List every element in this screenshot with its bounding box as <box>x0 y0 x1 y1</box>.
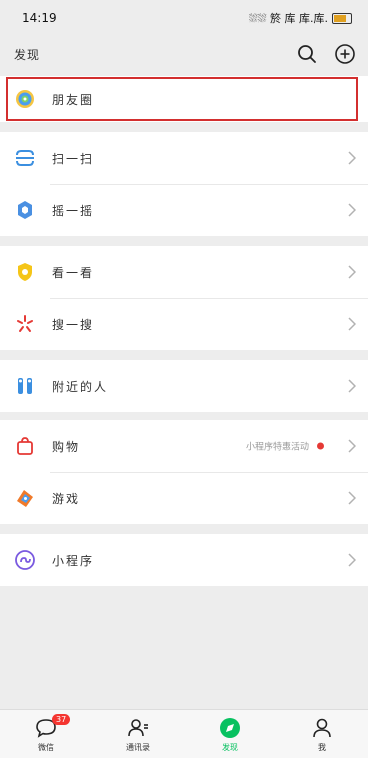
chevron-right-icon <box>348 151 356 165</box>
unread-badge: 37 <box>52 714 71 725</box>
red-dot-icon <box>317 442 324 450</box>
contacts-icon <box>126 716 150 740</box>
status-bar: 14:19 ⛆⛆ 箊 库 库.库. <box>0 0 368 36</box>
shake-icon <box>14 199 36 221</box>
tab-me[interactable]: 我 <box>276 710 368 758</box>
menu-item-label: 摇一摇 <box>52 203 95 218</box>
chevron-right-icon <box>348 317 356 331</box>
tab-discover[interactable]: 发现 <box>184 710 276 758</box>
menu-item-label: 附近的人 <box>52 379 109 394</box>
tab-label: 发现 <box>222 742 238 752</box>
page-title: 发现 <box>14 47 41 62</box>
menu-item-label: 购物 <box>52 439 81 454</box>
scan-icon <box>14 147 36 169</box>
people-nearby-icon <box>14 375 36 397</box>
me-icon <box>310 716 334 740</box>
menu-item-scan[interactable]: 扫一扫 <box>0 132 368 184</box>
search-icon[interactable] <box>296 43 318 65</box>
search-feature-icon <box>14 313 36 335</box>
header: 发现 <box>0 36 368 72</box>
group-moments: 朋友圈 <box>0 76 368 122</box>
chevron-right-icon <box>348 439 356 453</box>
add-circle-icon[interactable] <box>334 43 356 65</box>
group-nearby: 附近的人 <box>0 360 368 412</box>
menu-item-games[interactable]: 游戏 <box>0 472 368 524</box>
games-icon <box>14 487 36 509</box>
shopping-promo: 小程序特惠活动 <box>246 440 324 453</box>
menu-item-label: 扫一扫 <box>52 151 95 166</box>
shopping-bag-icon <box>14 435 36 457</box>
menu-item-label: 看一看 <box>52 265 95 280</box>
battery-icon <box>332 12 352 24</box>
menu-item-top-stories[interactable]: 看一看 <box>0 246 368 298</box>
menu-item-label: 小程序 <box>52 553 95 568</box>
chevron-right-icon <box>348 203 356 217</box>
status-time: 14:19 <box>22 11 57 25</box>
discover-icon <box>218 716 242 740</box>
tab-chats[interactable]: 37 微信 <box>0 710 92 758</box>
group-shop-games: 购物 小程序特惠活动 游戏 <box>0 420 368 524</box>
promo-text: 小程序特惠活动 <box>245 442 309 453</box>
chevron-right-icon <box>348 265 356 279</box>
mini-programs-icon <box>14 549 36 571</box>
menu-item-shopping[interactable]: 购物 小程序特惠活动 <box>0 420 368 472</box>
status-indicator-text: ⛆⛆ 箊 库 库.库. <box>248 12 328 25</box>
moments-icon <box>14 88 36 110</box>
menu-item-moments[interactable]: 朋友圈 <box>0 76 368 122</box>
chevron-right-icon <box>348 491 356 505</box>
group-stories-search: 看一看 搜一搜 <box>0 246 368 350</box>
status-indicators: ⛆⛆ 箊 库 库.库. <box>249 10 352 26</box>
menu-item-label: 游戏 <box>52 491 81 506</box>
group-scan-shake: 扫一扫 摇一摇 <box>0 132 368 236</box>
menu-item-label: 朋友圈 <box>52 92 95 107</box>
menu-item-label: 搜一搜 <box>52 317 95 332</box>
tab-label: 微信 <box>38 742 54 752</box>
chevron-right-icon <box>348 553 356 567</box>
menu-item-shake[interactable]: 摇一摇 <box>0 184 368 236</box>
chevron-right-icon <box>348 379 356 393</box>
tab-label: 我 <box>318 742 326 752</box>
tab-contacts[interactable]: 通讯录 <box>92 710 184 758</box>
menu-item-search[interactable]: 搜一搜 <box>0 298 368 350</box>
bottom-tab-bar: 37 微信 通讯录 发现 我 <box>0 709 368 758</box>
menu-item-people-nearby[interactable]: 附近的人 <box>0 360 368 412</box>
group-mini-programs: 小程序 <box>0 534 368 586</box>
top-stories-icon <box>14 261 36 283</box>
menu-item-mini-programs[interactable]: 小程序 <box>0 534 368 586</box>
tab-label: 通讯录 <box>126 742 150 752</box>
